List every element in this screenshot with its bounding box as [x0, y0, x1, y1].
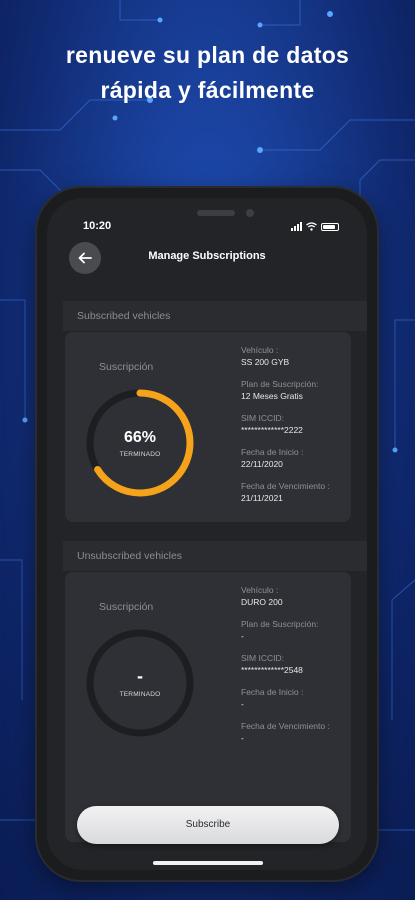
subscription-label: Suscripción [99, 361, 154, 373]
field-label: SIM ICCID: [241, 413, 284, 423]
field-value: SS 200 GYB [241, 357, 290, 367]
home-indicator[interactable] [153, 861, 263, 865]
progress-percent: 66% [123, 429, 157, 446]
subscribed-vehicle-card[interactable]: Suscripción 66% TERMINADO Vehículo : SS … [65, 332, 351, 522]
field-label: Plan de Suscripción: [241, 379, 319, 389]
field-value: 22/11/2020 [241, 459, 283, 469]
field-label: Fecha de Inicio : [241, 687, 304, 697]
phone-frame: 10:20 Manage Subscriptions Subscribed ve… [37, 188, 377, 880]
section-header-subscribed: Subscribed vehicles [63, 301, 367, 331]
promo-line-1: renueve su plan de datos [65, 42, 350, 68]
promo-headline: renueve su plan de datos rápida y fácilm… [0, 38, 415, 108]
field-label: Vehículo : [241, 345, 279, 355]
progress-percent: - [137, 666, 143, 686]
page-title: Manage Subscriptions [148, 250, 266, 262]
field-value: *************2222 [241, 425, 303, 435]
field-value: 12 Meses Gratis [241, 391, 303, 401]
wifi-icon [306, 222, 317, 231]
vehicle-details: Vehículo : SS 200 GYB Plan de Suscripció… [241, 345, 330, 515]
field-label: Vehículo : [241, 585, 279, 595]
progress-caption: TERMINADO [119, 691, 161, 698]
promo-line-2: rápida y fácilmente [100, 77, 315, 103]
vehicle-details: Vehículo : DURO 200 Plan de Suscripción:… [241, 585, 330, 755]
field-value: DURO 200 [241, 597, 283, 607]
signal-icon [291, 222, 302, 231]
front-camera [246, 209, 254, 217]
field-label: Plan de Suscripción: [241, 619, 319, 629]
unsubscribed-vehicle-card[interactable]: Suscripción - TERMINADO Vehículo : DURO … [65, 572, 351, 842]
field-label: Fecha de Vencimiento : [241, 481, 330, 491]
phone-screen: 10:20 Manage Subscriptions Subscribed ve… [47, 198, 367, 870]
battery-icon [321, 222, 339, 231]
field-label: Fecha de Inicio : [241, 447, 304, 457]
field-value: 21/11/2021 [241, 493, 283, 503]
field-value: - [241, 733, 244, 743]
field-label: SIM ICCID: [241, 653, 284, 663]
progress-caption: TERMINADO [119, 451, 161, 458]
status-bar: 10:20 [47, 220, 367, 236]
status-time: 10:20 [83, 220, 112, 232]
field-value: - [241, 699, 244, 709]
subscribe-button[interactable]: Subscribe [77, 806, 339, 844]
field-value: *************2548 [241, 665, 303, 675]
section-header-unsubscribed: Unsubscribed vehicles [63, 541, 367, 571]
speaker-grille [197, 210, 235, 216]
field-label: Fecha de Vencimiento : [241, 721, 330, 731]
subscription-label: Suscripción [99, 601, 154, 613]
field-value: - [241, 631, 244, 641]
